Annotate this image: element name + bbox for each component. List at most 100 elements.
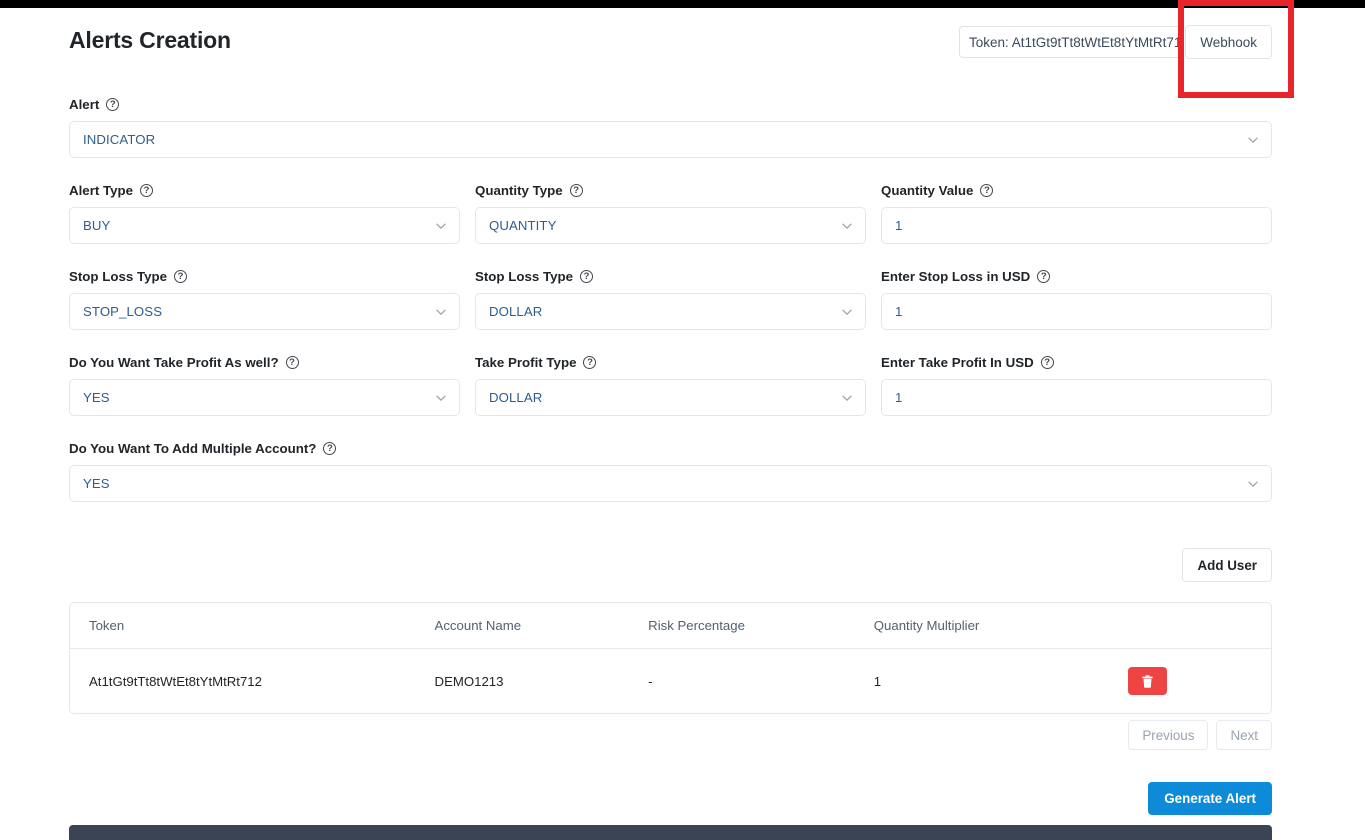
help-icon-glyph: ?: [1044, 356, 1051, 368]
help-icon[interactable]: ?: [285, 356, 299, 369]
previous-page-label: Previous: [1142, 727, 1195, 743]
field-multiple-account-label-text: Do You Want To Add Multiple Account?: [69, 441, 317, 456]
help-icon-glyph: ?: [177, 270, 184, 282]
delete-row-button[interactable]: [1128, 667, 1168, 695]
field-quantity-value-label: Quantity Value ?: [881, 182, 1272, 199]
help-icon[interactable]: ?: [174, 270, 188, 283]
add-user-button-container: Add User: [69, 548, 1272, 582]
table-header-row: Token Account Name Risk Percentage Quant…: [70, 603, 1271, 649]
field-stop-loss-usd-label: Enter Stop Loss in USD ?: [881, 268, 1272, 285]
cell-account-name: DEMO1213: [434, 673, 504, 689]
field-multiple-account-label: Do You Want To Add Multiple Account? ?: [69, 440, 1272, 457]
field-take-profit-type: Take Profit Type ? DOLLAR: [475, 354, 866, 416]
take-profit-enabled-select[interactable]: YES: [69, 379, 460, 416]
add-user-button[interactable]: Add User: [1182, 548, 1272, 582]
field-quantity-type-label: Quantity Type ?: [475, 182, 866, 199]
help-icon-glyph: ?: [289, 356, 295, 368]
form-row-take-profit: Do You Want Take Profit As well? ? YES T…: [69, 354, 1272, 416]
multiple-account-select[interactable]: YES: [69, 465, 1272, 502]
token-display-text: Token: At1tGt9tTt8tWtEt8tYtMtRt712: [969, 34, 1181, 50]
generate-alert-button[interactable]: Generate Alert: [1148, 782, 1272, 815]
field-alert-label: Alert ?: [69, 96, 1272, 113]
cell-risk-percentage: -: [648, 673, 653, 689]
webhook-button-label: Webhook: [1200, 34, 1257, 50]
field-multiple-account: Do You Want To Add Multiple Account? ? Y…: [69, 440, 1272, 502]
take-profit-type-select[interactable]: DOLLAR: [475, 379, 866, 416]
field-stop-loss-unit-type-label: Stop Loss Type ?: [475, 268, 866, 285]
field-stop-loss-type-label-text: Stop Loss Type: [69, 269, 168, 284]
table-pagination: Previous Next: [69, 720, 1272, 750]
help-icon[interactable]: ?: [569, 184, 583, 197]
help-icon-glyph: ?: [109, 98, 116, 110]
generate-alert-container: Generate Alert: [69, 782, 1272, 815]
field-quantity-value: Quantity Value ? 1: [881, 182, 1272, 244]
column-header-account-name: Account Name: [434, 603, 649, 649]
field-alert-type-label: Alert Type ?: [69, 182, 460, 199]
alert-select[interactable]: INDICATOR: [69, 121, 1272, 158]
field-take-profit-type-label-text: Take Profit Type: [475, 355, 577, 370]
form-row-multiple-account: Do You Want To Add Multiple Account? ? Y…: [69, 440, 1272, 502]
quantity-value-input[interactable]: 1: [881, 207, 1272, 244]
field-take-profit-usd-label-text: Enter Take Profit In USD: [881, 355, 1034, 370]
help-icon[interactable]: ?: [980, 184, 994, 197]
next-page-button[interactable]: Next: [1216, 720, 1272, 750]
footer-bar: [69, 825, 1272, 840]
form-row-alert: Alert ? INDICATOR: [69, 96, 1272, 158]
quantity-type-select-value: QUANTITY: [489, 218, 557, 233]
take-profit-usd-input-value: 1: [895, 390, 903, 405]
help-icon[interactable]: ?: [1040, 356, 1054, 369]
field-quantity-type-label-text: Quantity Type: [475, 183, 563, 198]
webhook-button[interactable]: Webhook: [1185, 25, 1272, 59]
alert-creation-form: Alert ? INDICATOR Alert Type ? BUY Quant…: [69, 96, 1272, 502]
help-icon-glyph: ?: [143, 184, 150, 196]
chevron-down-icon: [435, 220, 447, 232]
field-stop-loss-usd-label-text: Enter Stop Loss in USD: [881, 269, 1031, 284]
help-icon-glyph: ?: [1040, 270, 1047, 282]
alert-type-select[interactable]: BUY: [69, 207, 460, 244]
field-quantity-type: Quantity Type ? QUANTITY: [475, 182, 866, 244]
field-alert-type-label-text: Alert Type: [69, 183, 134, 198]
column-header-actions: [1128, 603, 1271, 649]
field-stop-loss-unit-type: Stop Loss Type ? DOLLAR: [475, 268, 866, 330]
quantity-type-select[interactable]: QUANTITY: [475, 207, 866, 244]
cell-quantity-multiplier: 1: [873, 673, 882, 689]
cell-token: At1tGt9tTt8tWtEt8tYtMtRt712: [89, 673, 262, 689]
field-take-profit-usd: Enter Take Profit In USD ? 1: [881, 354, 1272, 416]
accounts-table-body: At1tGt9tTt8tWtEt8tYtMtRt712 DEMO1213 - 1: [70, 649, 1271, 714]
help-icon[interactable]: ?: [106, 98, 120, 111]
help-icon[interactable]: ?: [1037, 270, 1051, 283]
stop-loss-unit-type-select-value: DOLLAR: [489, 304, 543, 319]
help-icon-glyph: ?: [327, 442, 333, 454]
chevron-down-icon: [841, 220, 853, 232]
page-header: Alerts Creation Token: At1tGt9tTt8tWtEt8…: [69, 20, 1272, 66]
form-row-alert-type: Alert Type ? BUY Quantity Type ? QUANTIT…: [69, 182, 1272, 244]
cell-actions: [1128, 649, 1271, 714]
chevron-down-icon: [841, 392, 853, 404]
field-alert: Alert ? INDICATOR: [69, 96, 1272, 158]
stop-loss-type-select[interactable]: STOP_LOSS: [69, 293, 460, 330]
previous-page-button[interactable]: Previous: [1128, 720, 1209, 750]
help-icon[interactable]: ?: [323, 442, 337, 455]
field-quantity-value-label-text: Quantity Value: [881, 183, 974, 198]
help-icon-glyph: ?: [583, 270, 590, 282]
stop-loss-unit-type-select[interactable]: DOLLAR: [475, 293, 866, 330]
field-take-profit-usd-label: Enter Take Profit In USD ?: [881, 354, 1272, 371]
stop-loss-usd-input-value: 1: [895, 304, 903, 319]
help-icon[interactable]: ?: [583, 356, 597, 369]
help-icon[interactable]: ?: [580, 270, 594, 283]
take-profit-enabled-select-value: YES: [83, 390, 110, 405]
stop-loss-usd-input[interactable]: 1: [881, 293, 1272, 330]
multiple-account-select-value: YES: [83, 476, 110, 491]
browser-chrome-strip: [0, 0, 1365, 8]
column-header-risk-percentage: Risk Percentage: [648, 603, 874, 649]
field-take-profit-type-label: Take Profit Type ?: [475, 354, 866, 371]
help-icon-glyph: ?: [587, 356, 593, 368]
help-icon[interactable]: ?: [140, 184, 154, 197]
field-stop-loss-unit-type-label-text: Stop Loss Type: [475, 269, 574, 284]
take-profit-usd-input[interactable]: 1: [881, 379, 1272, 416]
page-title: Alerts Creation: [69, 27, 231, 53]
quantity-value-input-value: 1: [895, 218, 903, 233]
field-take-profit-enabled-label: Do You Want Take Profit As well? ?: [69, 354, 460, 371]
accounts-table: Token Account Name Risk Percentage Quant…: [70, 603, 1271, 713]
token-display-field[interactable]: Token: At1tGt9tTt8tWtEt8tYtMtRt712: [959, 26, 1181, 58]
